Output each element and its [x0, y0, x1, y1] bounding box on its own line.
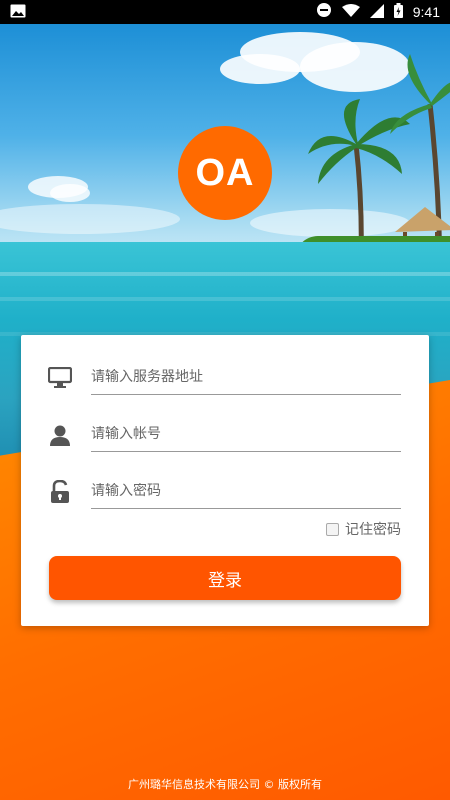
account-field — [47, 412, 401, 452]
remember-checkbox[interactable] — [326, 522, 339, 536]
dnd-icon — [316, 2, 332, 22]
wifi-icon — [341, 3, 360, 22]
status-bar: 9:41 — [0, 0, 450, 24]
login-button[interactable]: 登录 — [49, 556, 401, 600]
signal-icon — [369, 3, 384, 22]
copyright-footer: 广州璐华信息技术有限公司 © 版权所有 — [128, 778, 322, 791]
server-address-input[interactable] — [91, 368, 401, 387]
user-icon — [47, 422, 73, 448]
app-logo: OA — [178, 126, 272, 220]
remember-label: 记住密码 — [345, 522, 401, 538]
unlock-icon — [47, 479, 73, 505]
status-time: 9:41 — [412, 4, 440, 20]
password-input[interactable] — [91, 482, 401, 501]
remember-password[interactable]: 记住密码 — [326, 519, 401, 539]
password-field — [47, 469, 401, 509]
monitor-icon — [47, 365, 73, 391]
account-input[interactable] — [91, 425, 401, 444]
battery-icon — [393, 2, 403, 22]
login-card: 记住密码 登录 — [21, 335, 429, 626]
server-field — [47, 355, 401, 395]
image-icon — [10, 3, 26, 22]
